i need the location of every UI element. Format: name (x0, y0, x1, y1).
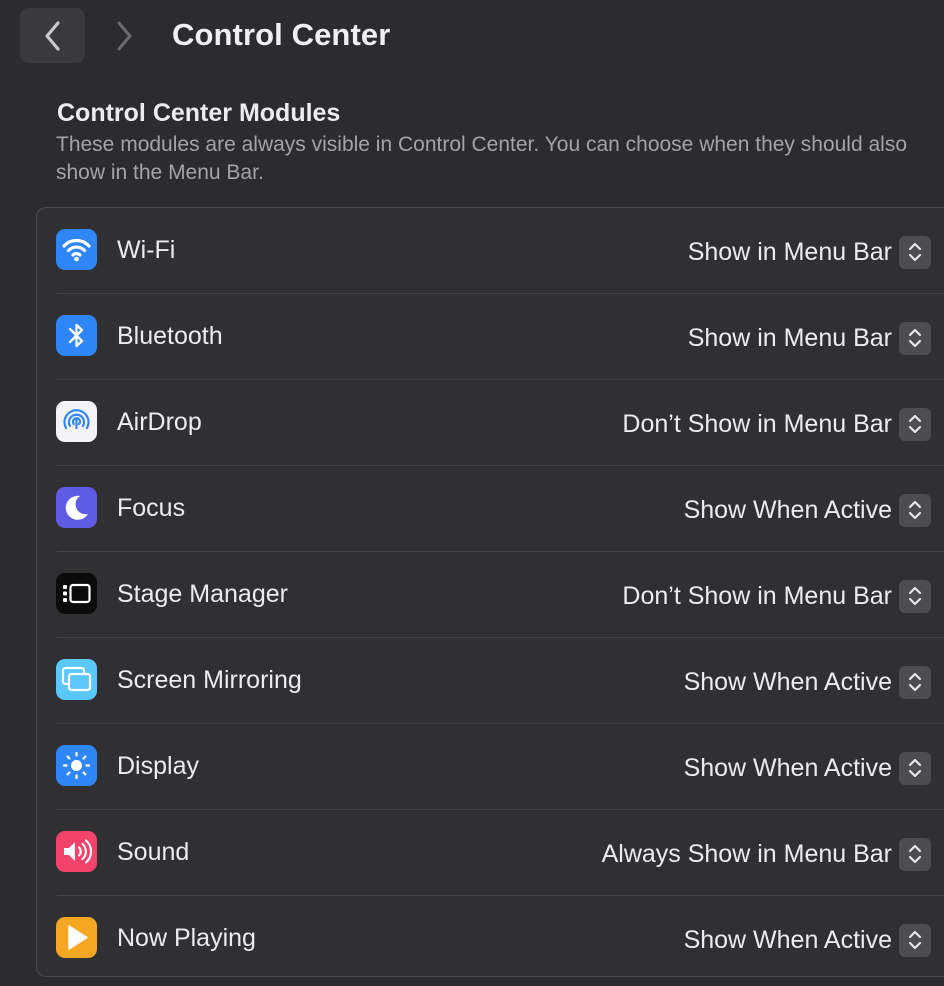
up-down-chevron-icon[interactable] (899, 837, 931, 871)
now-playing-visibility-popup[interactable]: Show When Active (684, 920, 931, 960)
bluetooth-icon (56, 315, 97, 356)
forward-button[interactable] (104, 8, 144, 63)
module-label: Focus (117, 494, 186, 522)
wifi-icon (56, 229, 97, 270)
chevron-right-icon (117, 21, 132, 50)
focus-visibility-popup[interactable]: Show When Active (684, 490, 931, 530)
module-row-now-playing: Now Playing Show When Active (37, 896, 944, 976)
module-row-sound: Sound Always Show in Menu Bar (37, 810, 944, 896)
up-down-chevron-icon[interactable] (899, 407, 931, 441)
back-button[interactable] (20, 8, 85, 63)
module-label: Now Playing (117, 924, 256, 952)
up-down-chevron-icon[interactable] (899, 665, 931, 699)
module-label: Bluetooth (117, 322, 223, 350)
section-title: Control Center Modules (57, 99, 341, 127)
modules-panel: Wi-Fi Show in Menu Bar Bluetooth Show in… (36, 207, 944, 977)
module-label: Display (117, 752, 199, 780)
module-label: Screen Mirroring (117, 666, 302, 694)
toolbar: Control Center (0, 0, 944, 76)
popup-value: Show in Menu Bar (687, 238, 892, 266)
moon-icon (56, 487, 97, 528)
module-label: Wi-Fi (117, 236, 176, 264)
module-label: AirDrop (117, 408, 202, 436)
module-row-screen-mirroring: Screen Mirroring Show When Active (37, 638, 944, 724)
popup-value: Don’t Show in Menu Bar (622, 410, 892, 438)
section-description: These modules are always visible in Cont… (56, 133, 908, 184)
module-row-focus: Focus Show When Active (37, 466, 944, 552)
up-down-chevron-icon[interactable] (899, 321, 931, 355)
up-down-chevron-icon[interactable] (899, 493, 931, 527)
module-row-bluetooth: Bluetooth Show in Menu Bar (37, 294, 944, 380)
module-row-stage-manager: Stage Manager Don’t Show in Menu Bar (37, 552, 944, 638)
bluetooth-visibility-popup[interactable]: Show in Menu Bar (688, 318, 931, 358)
popup-value: Don’t Show in Menu Bar (622, 582, 892, 610)
speaker-icon (56, 831, 97, 872)
up-down-chevron-icon[interactable] (899, 751, 931, 785)
display-visibility-popup[interactable]: Show When Active (684, 748, 931, 788)
module-row-airdrop: AirDrop Don’t Show in Menu Bar (37, 380, 944, 466)
popup-value: Show When Active (683, 754, 892, 782)
popup-value: Show in Menu Bar (687, 324, 892, 352)
module-row-display: Display Show When Active (37, 724, 944, 810)
screen-mirroring-icon (56, 659, 97, 700)
play-icon (56, 917, 97, 958)
popup-value: Always Show in Menu Bar (601, 840, 892, 868)
stage-manager-visibility-popup[interactable]: Don’t Show in Menu Bar (622, 576, 931, 616)
popup-value: Show When Active (683, 668, 892, 696)
up-down-chevron-icon[interactable] (899, 235, 931, 269)
module-row-wifi: Wi-Fi Show in Menu Bar (37, 208, 944, 294)
wifi-visibility-popup[interactable]: Show in Menu Bar (688, 232, 931, 272)
brightness-icon (56, 745, 97, 786)
up-down-chevron-icon[interactable] (899, 579, 931, 613)
window-title: Control Center (172, 17, 391, 52)
screen-mirroring-visibility-popup[interactable]: Show When Active (684, 662, 931, 702)
sound-visibility-popup[interactable]: Always Show in Menu Bar (602, 834, 931, 874)
popup-value: Show When Active (683, 926, 892, 954)
popup-value: Show When Active (683, 496, 892, 524)
stage-manager-icon (56, 573, 97, 614)
up-down-chevron-icon[interactable] (899, 923, 931, 957)
airdrop-icon (56, 401, 97, 442)
module-label: Sound (117, 838, 190, 866)
module-label: Stage Manager (117, 580, 288, 608)
chevron-left-icon (44, 20, 60, 51)
airdrop-visibility-popup[interactable]: Don’t Show in Menu Bar (622, 404, 931, 444)
